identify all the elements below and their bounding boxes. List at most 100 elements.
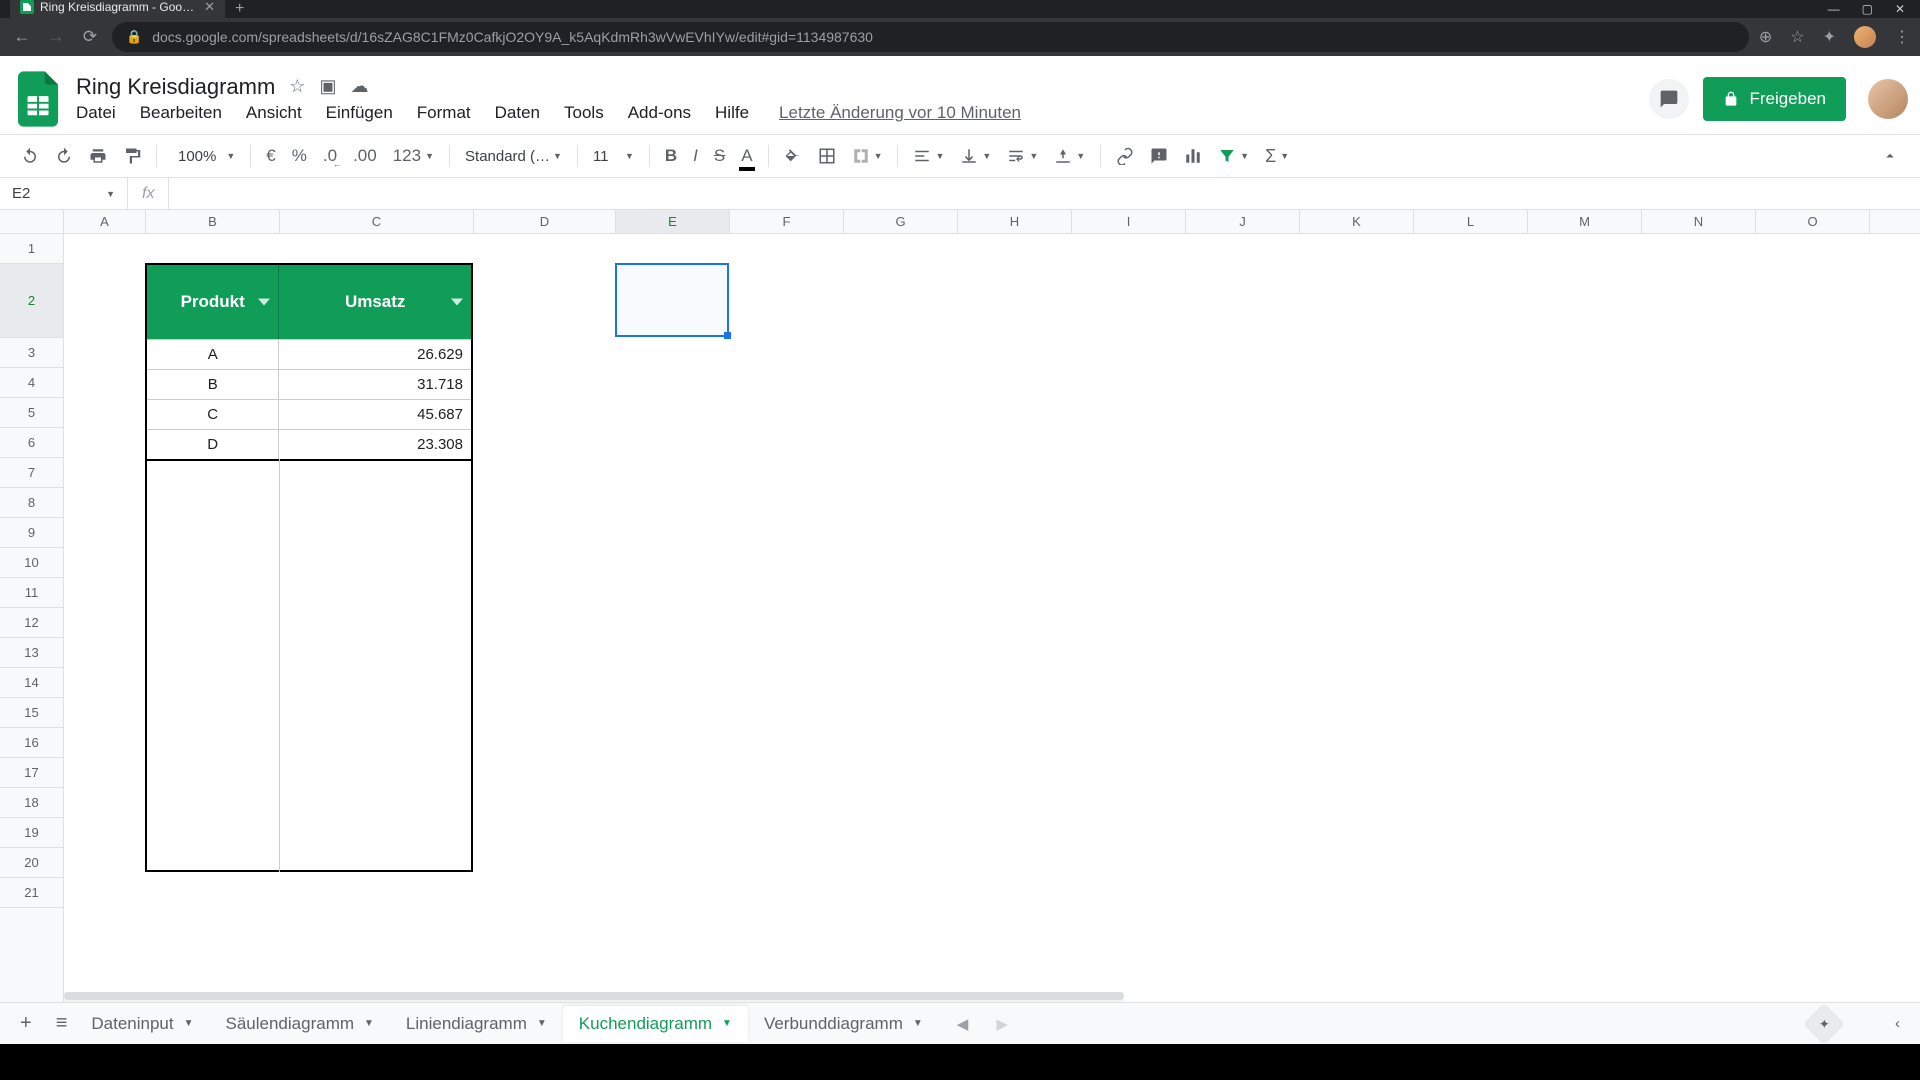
cell-produkt[interactable]: B (147, 370, 279, 399)
last-edit-text[interactable]: Letzte Änderung vor 10 Minuten (779, 103, 1021, 123)
v-align-button[interactable]: ▼ (953, 141, 998, 171)
menu-hilfe[interactable]: Hilfe (715, 101, 759, 125)
menu-format[interactable]: Format (417, 101, 481, 125)
column-header-j[interactable]: J (1186, 210, 1300, 233)
sheet-tab-dateninput[interactable]: Dateninput▼ (75, 1006, 209, 1042)
menu-tools[interactable]: Tools (564, 101, 614, 125)
insert-chart-button[interactable] (1177, 141, 1209, 171)
row-header-14[interactable]: 14 (0, 668, 63, 698)
column-header-l[interactable]: L (1414, 210, 1528, 233)
cell-umsatz[interactable]: 26.629 (279, 340, 471, 369)
close-window-icon[interactable]: ✕ (1895, 2, 1905, 16)
filter-icon[interactable] (451, 299, 463, 306)
row-header-1[interactable]: 1 (0, 234, 63, 264)
filter-button[interactable]: ▼ (1211, 141, 1256, 171)
horizontal-scrollbar[interactable] (64, 992, 1124, 1002)
extensions-icon[interactable]: ✦ (1823, 27, 1836, 47)
chevron-down-icon[interactable]: ▼ (722, 1018, 732, 1029)
row-header-8[interactable]: 8 (0, 488, 63, 518)
column-header-m[interactable]: M (1528, 210, 1642, 233)
add-sheet-button[interactable]: + (12, 1012, 40, 1035)
zoom-icon[interactable]: ⊕ (1759, 27, 1772, 47)
column-header-e[interactable]: E (616, 210, 730, 233)
row-header-15[interactable]: 15 (0, 698, 63, 728)
reload-button[interactable]: ⟳ (78, 27, 102, 47)
new-tab-button[interactable]: + (225, 0, 254, 18)
sheet-tab-kuchendiagramm[interactable]: Kuchendiagramm▼ (563, 1006, 748, 1042)
text-wrap-button[interactable]: ▼ (1000, 141, 1045, 171)
insert-link-button[interactable] (1109, 141, 1141, 171)
strikethrough-button[interactable]: S (707, 140, 732, 172)
side-panel-collapse-button[interactable]: ‹ (1887, 1015, 1908, 1032)
back-button[interactable]: ← (10, 27, 34, 47)
column-header-a[interactable]: A (64, 210, 146, 233)
format-percent-button[interactable]: % (285, 140, 314, 172)
row-header-18[interactable]: 18 (0, 788, 63, 818)
cell-umsatz[interactable]: 45.687 (279, 400, 471, 429)
row-header-17[interactable]: 17 (0, 758, 63, 788)
sheet-nav-right[interactable]: ▶ (986, 1015, 1018, 1033)
table-header-umsatz[interactable]: Umsatz (279, 265, 471, 339)
text-rotation-button[interactable]: ▼ (1047, 141, 1092, 171)
chevron-down-icon[interactable]: ▼ (184, 1018, 194, 1029)
cell-produkt[interactable]: D (147, 430, 279, 459)
insert-comment-button[interactable] (1143, 141, 1175, 171)
row-header-20[interactable]: 20 (0, 848, 63, 878)
print-button[interactable] (82, 141, 114, 171)
row-header-3[interactable]: 3 (0, 338, 63, 368)
row-header-13[interactable]: 13 (0, 638, 63, 668)
column-header-n[interactable]: N (1642, 210, 1756, 233)
row-header-6[interactable]: 6 (0, 428, 63, 458)
name-box[interactable]: E2 ▼ (0, 178, 128, 209)
h-align-button[interactable]: ▼ (906, 141, 951, 171)
row-header-10[interactable]: 10 (0, 548, 63, 578)
column-header-d[interactable]: D (474, 210, 616, 233)
sheets-logo[interactable] (18, 71, 60, 127)
account-avatar[interactable] (1868, 79, 1908, 119)
all-sheets-button[interactable]: ≡ (48, 1012, 76, 1035)
filter-icon[interactable] (258, 299, 270, 306)
font-size-select[interactable]: 11▼ (586, 142, 641, 171)
column-header-g[interactable]: G (844, 210, 958, 233)
browser-tab[interactable]: Ring Kreisdiagramm - Google Ta ✕ (10, 0, 225, 18)
menu-datei[interactable]: Datei (76, 101, 126, 125)
row-header-9[interactable]: 9 (0, 518, 63, 548)
merge-button[interactable]: ▼ (845, 141, 890, 171)
sheet-tab-liniendiagramm[interactable]: Liniendiagramm▼ (390, 1006, 563, 1042)
sheet-tab-säulendiagramm[interactable]: Säulendiagramm▼ (210, 1006, 390, 1042)
zoom-select[interactable]: 100%▼ (165, 142, 242, 171)
row-header-11[interactable]: 11 (0, 578, 63, 608)
column-header-f[interactable]: F (730, 210, 844, 233)
column-header-i[interactable]: I (1072, 210, 1186, 233)
forward-button[interactable]: → (44, 27, 68, 47)
font-select[interactable]: Standard (…▼ (458, 142, 569, 171)
chevron-down-icon[interactable]: ▼ (537, 1018, 547, 1029)
increase-decimals-button[interactable]: .00 (346, 140, 384, 172)
cell-umsatz[interactable]: 31.718 (279, 370, 471, 399)
sheet-nav-left[interactable]: ◀ (947, 1015, 979, 1033)
borders-button[interactable] (811, 141, 843, 171)
sheet-tab-verbunddiagramm[interactable]: Verbunddiagramm▼ (748, 1006, 939, 1042)
row-header-16[interactable]: 16 (0, 728, 63, 758)
select-all-corner[interactable] (0, 210, 64, 234)
browser-menu-icon[interactable]: ⋮ (1894, 27, 1910, 47)
column-header-h[interactable]: H (958, 210, 1072, 233)
paint-format-button[interactable] (116, 141, 148, 171)
redo-button[interactable] (48, 141, 80, 171)
minimize-icon[interactable]: — (1828, 2, 1840, 16)
text-color-button[interactable]: A (734, 140, 759, 172)
decrease-decimals-button[interactable]: .0← (316, 140, 344, 172)
functions-button[interactable]: Σ▼ (1258, 140, 1296, 173)
close-tab-icon[interactable]: ✕ (204, 0, 215, 15)
bookmark-icon[interactable]: ☆ (1790, 27, 1804, 47)
row-header-7[interactable]: 7 (0, 458, 63, 488)
bold-button[interactable]: B (658, 140, 684, 172)
column-header-b[interactable]: B (146, 210, 280, 233)
menu-daten[interactable]: Daten (495, 101, 550, 125)
spreadsheet-grid[interactable]: ABCDEFGHIJKLMNO 123456789101112131415161… (0, 210, 1920, 1002)
row-header-12[interactable]: 12 (0, 608, 63, 638)
doc-title[interactable]: Ring Kreisdiagramm (76, 74, 275, 100)
selection-fill-handle[interactable] (724, 332, 731, 339)
cell-umsatz[interactable]: 23.308 (279, 430, 471, 459)
menu-bearbeiten[interactable]: Bearbeiten (140, 101, 232, 125)
